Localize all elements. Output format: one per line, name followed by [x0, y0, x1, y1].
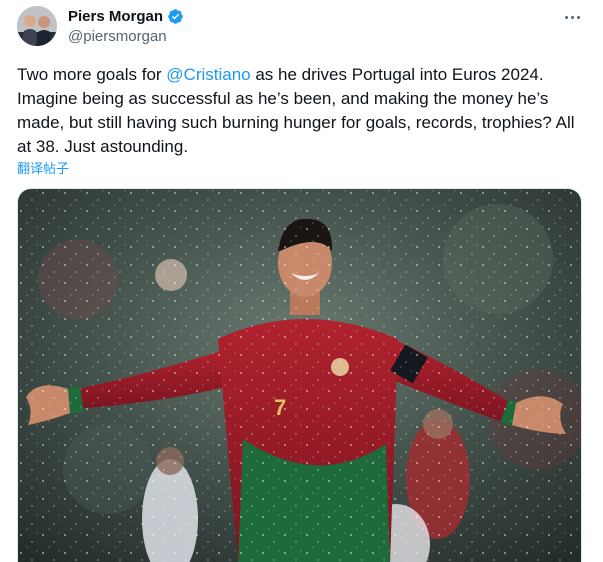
avatar-photo: [17, 6, 57, 46]
verified-badge-icon: [167, 8, 184, 25]
more-options-icon[interactable]: [561, 10, 583, 24]
tweet-text-start: Two more goals for: [17, 65, 167, 84]
tweet-media-photo[interactable]: 7: [17, 188, 582, 562]
translate-post-link[interactable]: 翻译帖子: [17, 158, 69, 177]
author-display-name[interactable]: Piers Morgan: [68, 8, 163, 25]
mention-link[interactable]: @Cristiano: [166, 65, 250, 84]
footballer-celebration-photo: 7: [18, 189, 581, 562]
tweet-text: Two more goals for @Cristiano as he driv…: [17, 63, 587, 159]
author-handle[interactable]: @piersmorgan: [68, 28, 167, 45]
avatar[interactable]: [17, 6, 57, 46]
